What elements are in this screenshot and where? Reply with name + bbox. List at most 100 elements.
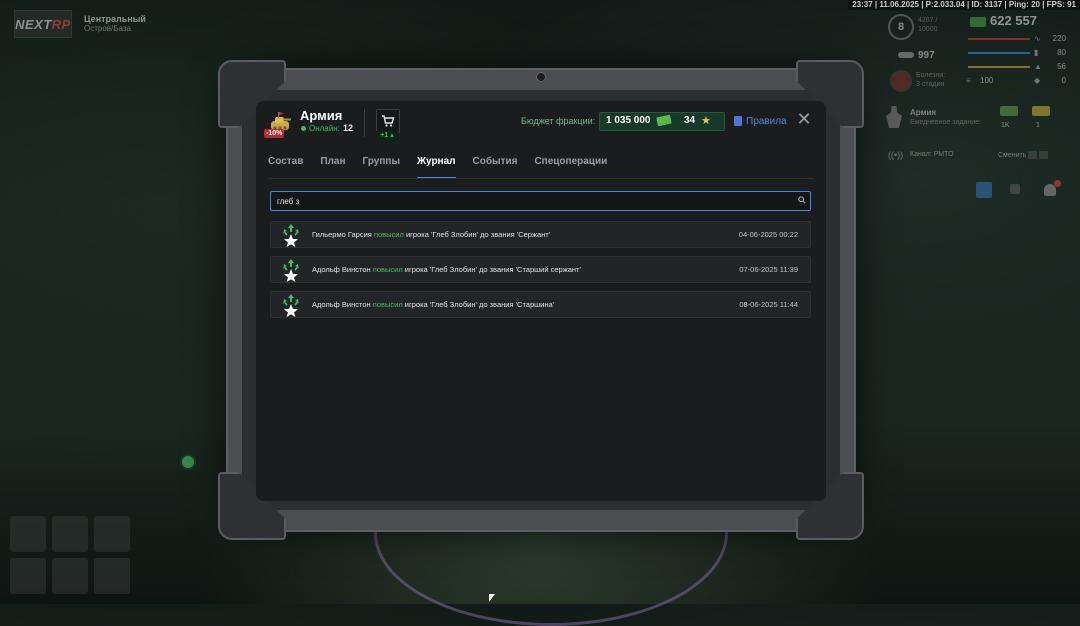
daily-task-label: Ежедневное задание: [910, 119, 981, 126]
rules-button[interactable]: Правила [734, 113, 787, 129]
rank-up-icon [283, 224, 299, 247]
log-date: 04-06-2025 00:22 [738, 230, 798, 239]
log-date: 08-06-2025 11:44 [739, 300, 798, 309]
xp-counter: 4207 / 10000 [918, 16, 937, 34]
armor-icon: ◆ [1034, 76, 1041, 85]
mouse-cursor-icon [489, 594, 495, 602]
cash-icon [970, 17, 986, 27]
radio-switch-label: Сменить [998, 151, 1027, 159]
inventory-slot[interactable] [10, 558, 46, 594]
level-badge: 8 [888, 14, 914, 40]
stat-value: 220 [1052, 34, 1066, 43]
rules-label: Правила [746, 115, 787, 127]
panel-tabs: Состав План Группы Журнал События Спецоп… [268, 155, 624, 179]
stars-value: 34 [684, 115, 696, 126]
shop-counter: +1 ▴ [376, 131, 398, 140]
journal-log: Гильермо Гарсия повысил игрока 'Глеб Зло… [270, 221, 811, 326]
disease-status: Болезни: 3 стадия [916, 71, 945, 89]
notification-dot [1054, 180, 1061, 187]
budget-display: 1 035 000 34 ★ [599, 112, 725, 131]
search-input[interactable] [277, 192, 777, 210]
header-divider [364, 109, 365, 137]
log-date: 07-06-2025 11:39 [739, 265, 798, 274]
inventory-slot[interactable] [52, 516, 88, 552]
online-label: Онлайн: [309, 124, 340, 133]
radio-channel-label: Канал: РМТО [910, 151, 954, 158]
tab-events[interactable]: События [473, 155, 518, 177]
budget-label: Бюджет фракции: [521, 116, 596, 126]
disease-icon [890, 70, 912, 92]
ammo-value: 100 [980, 76, 994, 85]
log-text: Адольф Винстон повысил игрока 'Глеб Злоб… [312, 265, 581, 274]
ammo-icon: ≡ [966, 76, 971, 85]
stat-value: 0 [1061, 76, 1066, 85]
reward-cash-value: 1K [1001, 122, 1010, 129]
rank-up-icon [283, 294, 299, 317]
stat-bar [968, 52, 1030, 54]
inventory-slot[interactable] [94, 516, 130, 552]
camera-icon [536, 72, 546, 82]
stat-bar [968, 66, 1030, 68]
close-button[interactable]: ✕ [795, 110, 813, 128]
search-box [270, 191, 811, 211]
star-icon: ★ [701, 115, 711, 127]
shop-button[interactable] [376, 109, 400, 133]
cash-reward-icon [1000, 106, 1018, 116]
disease-label: Болезни: [916, 72, 946, 79]
inventory-slot[interactable] [52, 558, 88, 594]
logo-accent: RP [51, 16, 71, 32]
online-count: 12 [343, 123, 354, 133]
cash-icon [656, 114, 672, 127]
log-text: Гильермо Гарсия повысил игрока 'Глеб Зло… [312, 230, 550, 239]
ticket-reward-icon [1032, 106, 1050, 116]
budget-value: 1 035 000 [606, 115, 651, 126]
tab-special-ops[interactable]: Спецоперации [534, 155, 607, 177]
log-action: повысил [372, 300, 403, 309]
heart-pulse-icon: ∿ [1034, 34, 1041, 43]
xp-current: 4207 / [918, 17, 938, 24]
logo-text: NEXT [15, 16, 52, 32]
stat-health: ∿ 220 [968, 34, 1072, 44]
zone-indicator: Центральный Остров/База [84, 14, 146, 34]
inventory-slot[interactable] [10, 516, 46, 552]
discount-badge: -10% [264, 129, 285, 138]
rating-counter: 997 [898, 50, 935, 61]
hud-status-strip: 23:37 | 11.06.2025 | P:2.033.04 | ID: 31… [848, 0, 1080, 10]
log-action: повысил [372, 265, 403, 274]
key-icon [1039, 151, 1049, 159]
stat-armor: ≡ 100 ◆ 0 [966, 76, 1072, 86]
online-status-icon [301, 126, 306, 131]
tab-journal[interactable]: Журнал [416, 155, 456, 179]
stat-thirst: ▮ 80 [968, 48, 1072, 58]
tab-sostav[interactable]: Состав [268, 155, 303, 177]
soldier-icon [886, 106, 902, 128]
rank-up-icon [283, 259, 299, 282]
key-icon [1028, 151, 1038, 159]
log-actor: Адольф Винстон [312, 265, 371, 274]
shield-bars-icon: ▮ [1034, 48, 1039, 57]
panel-header: -10% Армия Онлайн: 12 +1 ▴ Бюджет фракци… [256, 101, 826, 147]
tab-plan[interactable]: План [320, 155, 345, 177]
hotkey-icon [1010, 184, 1020, 194]
tabs-divider [268, 178, 814, 179]
log-details: игрока 'Глеб Злобин' до звания 'Старший … [404, 265, 581, 274]
inventory-slot[interactable] [94, 558, 130, 594]
log-action: повысил [373, 230, 404, 239]
map-marker-icon [180, 454, 196, 470]
player-money: 622 557 [990, 13, 1037, 28]
zone-subtitle: Остров/База [84, 24, 131, 33]
cart-icon [382, 115, 395, 127]
log-entry: Гильермо Гарсия повысил игрока 'Глеб Зло… [270, 221, 811, 248]
log-actor: Гильермо Гарсия [312, 230, 372, 239]
calendar-icon[interactable] [976, 182, 992, 198]
disease-stage: 3 стадия [916, 81, 945, 88]
shop-counter-value: +1 [380, 132, 389, 139]
faction-name: Армия [300, 108, 343, 123]
cloud-icon [898, 52, 914, 59]
server-logo: NEXT RP [14, 10, 72, 38]
radio-switch[interactable]: Сменить [998, 151, 1049, 159]
radio-waves-icon: ((•)) [888, 150, 904, 160]
log-text: Адольф Винстон повысил игрока 'Глеб Злоб… [312, 300, 554, 309]
tab-groups[interactable]: Группы [363, 155, 400, 177]
search-icon[interactable] [798, 196, 806, 204]
